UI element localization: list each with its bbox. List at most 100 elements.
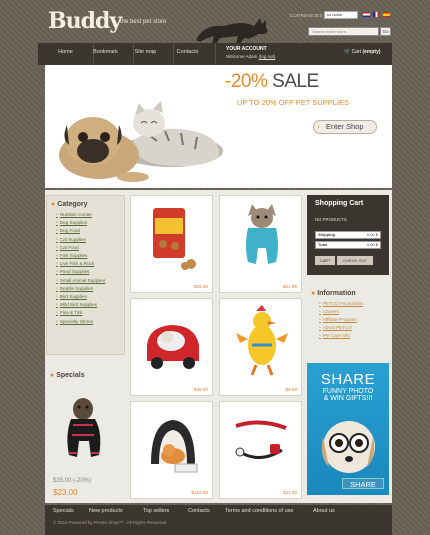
checkout-button[interactable]: CHECK OUT xyxy=(337,256,373,265)
product-card[interactable]: $48.00 xyxy=(130,298,213,396)
cart-title: Shopping Cart xyxy=(315,200,364,207)
header-cart-label: Cart xyxy=(351,49,362,55)
footer: Specials New products Top sellers Contac… xyxy=(45,505,392,535)
currencies-label: CURRENCIES xyxy=(290,13,323,18)
category-link[interactable]: Reptile Supplies xyxy=(56,285,124,293)
product-price: $122.65 xyxy=(191,490,208,495)
right-column: Shopping Cart NO PRODUCTS Shipping 0.00 $… xyxy=(307,195,389,500)
language-flag-icon[interactable] xyxy=(363,12,370,17)
hero-banner[interactable]: -20% SALE UP TO 20% OFF PET SUPPLIES Ent… xyxy=(45,65,392,188)
information-link[interactable]: PETCO Foundation xyxy=(319,300,363,308)
category-link[interactable]: Dog Supplies xyxy=(56,219,124,227)
information-link[interactable]: Pet Care Info xyxy=(319,332,363,340)
dog-outfit-icon xyxy=(246,204,278,264)
cart-shipping-row: Shipping 0.00 $ xyxy=(315,231,381,239)
cart-empty-text: NO PRODUCTS xyxy=(315,217,347,222)
specials-title: ● Specials xyxy=(50,372,85,379)
currency-select[interactable]: us dollar xyxy=(324,11,358,19)
category-link[interactable]: Wild Bird Supplies xyxy=(56,301,124,309)
page-wrapper: Buddy the best pet store CURRENCIES us d… xyxy=(38,0,392,535)
information-link[interactable]: Careers xyxy=(319,308,363,316)
footer-link-contacts[interactable]: Contacts xyxy=(188,508,210,514)
category-link[interactable]: Cat Food xyxy=(56,244,124,252)
dog-leash-icon xyxy=(235,420,287,459)
search-go-button[interactable]: Go xyxy=(380,27,391,36)
logout-link[interactable]: (log out) xyxy=(259,54,276,59)
account-title: YOUR ACCOUNT xyxy=(226,46,267,52)
share-banner-line2: & WIN GIFTS!!! xyxy=(323,395,373,402)
category-link[interactable]: Small Animal Supplies xyxy=(56,277,124,285)
category-link[interactable]: Specialty Stores xyxy=(56,318,124,326)
left-column: ● Category Nutrition Center Dog Supplies… xyxy=(45,195,125,500)
product-card[interactable]: $11.00 xyxy=(219,401,302,499)
header-cart[interactable]: 🛒 Cart (empty) xyxy=(344,49,381,55)
product-price: $11.00 xyxy=(283,490,297,495)
nav-contacts[interactable]: Contacts xyxy=(160,43,216,65)
footer-link-specials[interactable]: Specials xyxy=(53,508,74,514)
bullet-icon: ● xyxy=(50,372,55,379)
product-price: $15.99 xyxy=(193,284,208,289)
dog-with-glasses-photo xyxy=(321,421,375,473)
share-banner-line1: FUNNY PHOTO xyxy=(322,388,374,395)
footer-link-new-products[interactable]: New products xyxy=(89,508,123,514)
specials-new-price: $23.00 xyxy=(53,488,78,497)
share-photo-banner[interactable]: SHARE FUNNY PHOTO & WIN GIFTS!!! SHARE xyxy=(307,363,389,495)
product-grid: $15.99 $21.99 $48.00 $5.99 $122.65 $11.0… xyxy=(130,195,302,500)
product-card[interactable]: $21.99 xyxy=(219,195,302,293)
store-logo[interactable]: Buddy xyxy=(48,8,122,34)
footer-link-terms[interactable]: Terms and conditions of use xyxy=(225,508,293,514)
store-tagline: the best pet store xyxy=(120,19,167,25)
enter-shop-button[interactable]: Enter Shop xyxy=(313,120,377,134)
copyright-text: © 2010 Powered by Presta Shop™ . All Rig… xyxy=(53,520,167,525)
treats-bag-icon xyxy=(153,208,196,270)
product-price: $21.99 xyxy=(282,284,297,289)
footer-link-about-us[interactable]: About us xyxy=(313,508,335,514)
category-box: ● Category Nutrition Center Dog Supplies… xyxy=(46,195,125,355)
category-link[interactable]: Flea & Tick xyxy=(56,309,124,317)
cart-icon: 🛒 xyxy=(344,49,351,55)
search-input[interactable]: Search entire store... xyxy=(308,27,379,36)
cat-tunnel-icon xyxy=(151,420,198,473)
sale-subtitle: UP TO 20% OFF PET SUPPLIES xyxy=(237,98,349,107)
main-nav: Home Bookmark Site map Contacts YOUR ACC… xyxy=(38,43,392,65)
category-link[interactable]: Live Fish & Rock xyxy=(56,260,124,268)
information-box: ● Information PETCO Foundation Careers A… xyxy=(307,285,363,340)
main-content: ● Category Nutrition Center Dog Supplies… xyxy=(45,190,392,503)
language-flag-icon[interactable] xyxy=(373,12,380,17)
category-link[interactable]: Fish Supplies xyxy=(56,252,124,260)
category-link[interactable]: Cat Supplies xyxy=(56,236,124,244)
category-link[interactable]: Bird Supplies xyxy=(56,293,124,301)
product-card[interactable]: $5.99 xyxy=(219,298,302,396)
product-price: $48.00 xyxy=(193,387,208,392)
product-card[interactable]: $15.99 xyxy=(130,195,213,293)
welcome-text: Welcome Adam (log out) xyxy=(226,54,276,59)
specials-dog-image[interactable] xyxy=(55,395,111,465)
header-cart-state: (empty) xyxy=(362,49,381,55)
category-link[interactable]: Nutrition Center xyxy=(56,211,124,219)
category-title: ● Category xyxy=(51,201,88,208)
category-link[interactable]: Dog Food xyxy=(56,227,124,235)
pug-and-cat-photo xyxy=(59,101,223,182)
product-card[interactable]: $122.65 xyxy=(130,401,213,499)
specials-old-price: $35.00 (-20%) xyxy=(53,478,92,484)
information-link[interactable]: Affiliate Program xyxy=(319,316,363,324)
duck-toy-icon xyxy=(236,305,288,376)
cart-total-row: Total 0.00 $ xyxy=(315,241,381,249)
language-flag-icon[interactable] xyxy=(383,12,390,17)
share-banner-title: SHARE xyxy=(320,371,376,388)
category-link[interactable]: Pond Supplies xyxy=(56,268,124,276)
bullet-icon: ● xyxy=(311,290,316,297)
pet-car-bed-icon xyxy=(147,325,199,369)
footer-link-top-sellers[interactable]: Top sellers xyxy=(143,508,169,514)
share-button[interactable]: SHARE xyxy=(342,478,384,489)
category-list: Nutrition Center Dog Supplies Dog Food C… xyxy=(47,211,124,326)
shopping-cart-box: Shopping Cart NO PRODUCTS Shipping 0.00 $… xyxy=(307,195,389,275)
sale-heading: -20% SALE xyxy=(225,71,319,92)
bullet-icon: ● xyxy=(51,201,56,208)
information-link[interactable]: About PETCO xyxy=(319,324,363,332)
information-title: ● Information xyxy=(311,290,356,297)
product-price: $5.99 xyxy=(285,387,298,392)
cart-button[interactable]: CART xyxy=(315,256,335,265)
cat-silhouette-icon xyxy=(196,18,268,44)
information-list: PETCO Foundation Careers Affiliate Progr… xyxy=(307,300,363,340)
